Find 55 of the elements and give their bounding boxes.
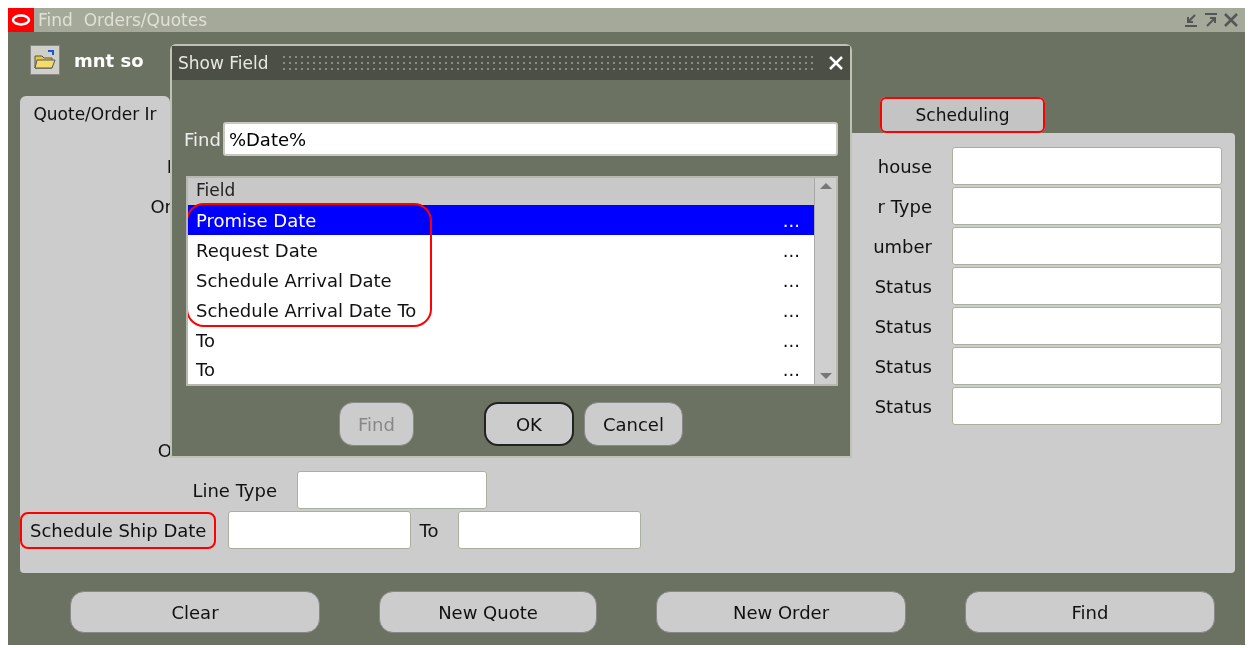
field-label: Status [873,314,933,339]
list-item[interactable]: Schedule Arrival Date To ... [188,295,814,326]
action-button[interactable]: Find [965,591,1215,633]
list-item[interactable]: Schedule Arrival Date ... [188,265,814,296]
list-item[interactable]: Request Date ... [188,235,814,266]
list-item[interactable]: To ... [188,354,814,384]
input-field[interactable] [458,511,642,549]
maximize-icon[interactable] [1203,12,1219,28]
input-field[interactable] [952,147,1222,185]
action-button[interactable]: Clear [70,591,320,633]
field-label: house [876,154,933,179]
input-field[interactable] [952,307,1222,345]
input-field[interactable] [952,227,1222,265]
list-item[interactable]: To ... [188,325,814,355]
field-label: Status [873,274,933,299]
field-label: To [418,518,440,543]
more-indicator: ... [782,269,800,291]
window-title: Find Orders/Quotes [38,10,209,30]
field-label: Line Type [191,478,278,503]
input-field[interactable] [952,387,1222,425]
field-label: umber [872,234,933,259]
open-folder-button[interactable] [30,45,60,75]
tab[interactable]: Scheduling [880,97,1045,133]
more-indicator: ... [782,358,800,380]
tab[interactable]: Quote/Order Ir [20,96,170,133]
dialog-button[interactable]: Cancel [583,402,683,446]
more-indicator: ... [782,239,800,261]
column-header: Field [188,178,814,206]
input-field[interactable] [228,511,412,549]
scrollbar[interactable] [814,178,836,384]
find-field[interactable]: %Date% [222,122,838,156]
dialog-title: Show Field [178,53,269,73]
more-indicator: ... [782,299,800,321]
scroll-down-icon[interactable] [818,372,833,380]
more-indicator: ... [782,329,800,351]
input-field[interactable] [952,267,1222,305]
minimize-icon[interactable] [1183,12,1199,28]
app-logo-icon [8,8,34,32]
input-field[interactable] [297,471,487,509]
field-label: Or [149,194,173,219]
find-label: Find [184,128,221,150]
scroll-up-icon[interactable] [818,182,833,190]
field-label: I [165,154,173,179]
toolbar-title: mnt so [74,49,144,71]
input-field[interactable] [952,347,1222,385]
action-button[interactable]: New Order [656,591,906,633]
list-item[interactable]: Promise Date ... [188,205,814,236]
field-label: Schedule Ship Date [20,511,217,549]
more-indicator: ... [782,209,800,231]
field-label: Status [873,394,933,419]
field-label: r Type [876,194,933,219]
action-button[interactable]: New Quote [379,591,597,633]
dialog-button[interactable]: OK [483,402,574,446]
field-label: Status [873,354,933,379]
input-field[interactable] [952,187,1222,225]
